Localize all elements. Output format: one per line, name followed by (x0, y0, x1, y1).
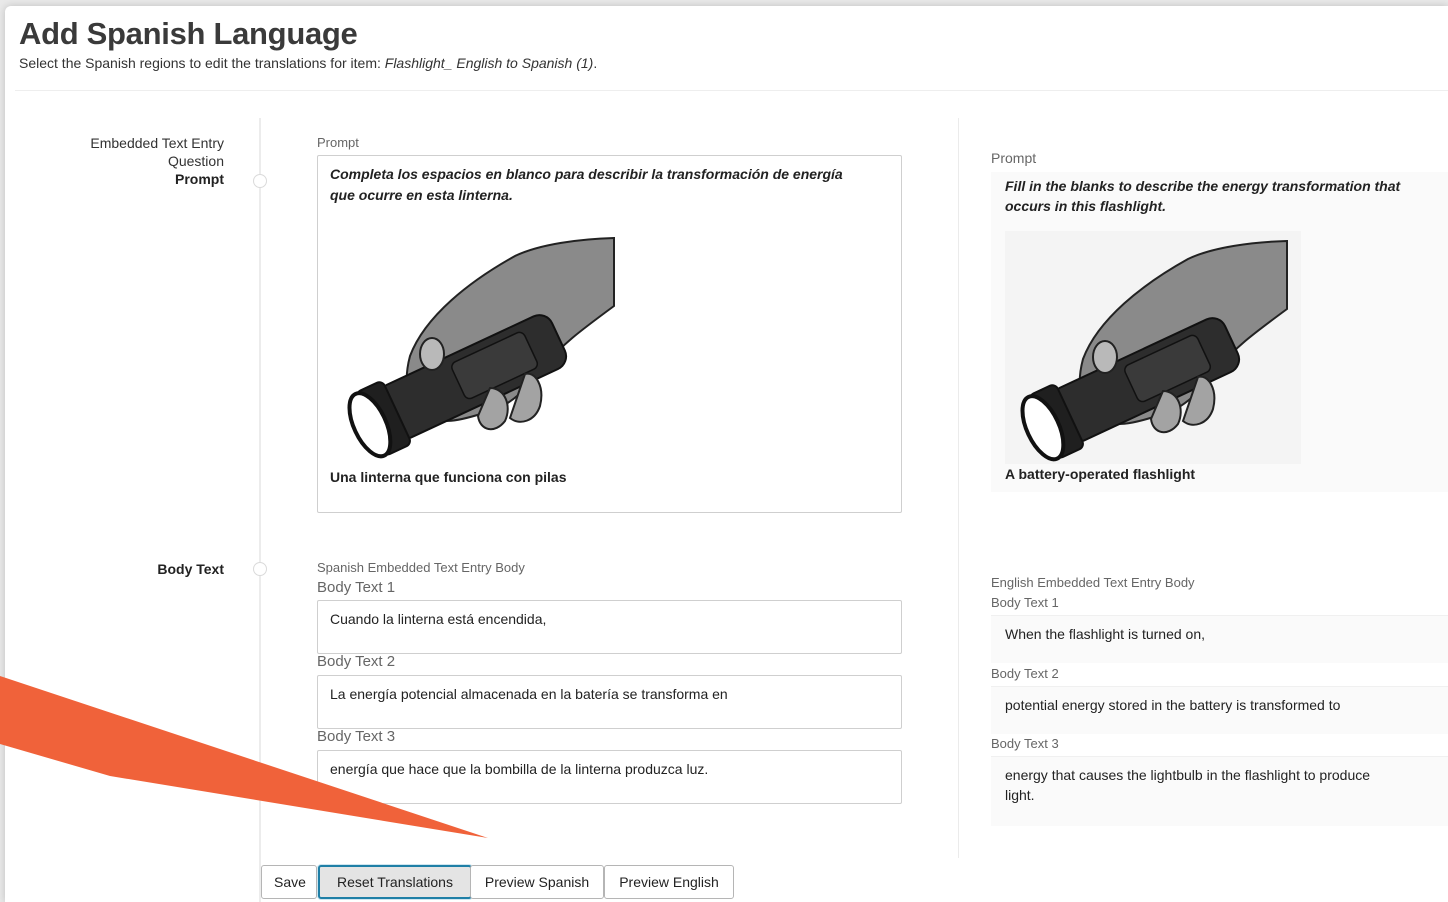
english-body-3-preview: energy that causes the lightbulb in the … (991, 756, 1448, 826)
english-body-3-line1: energy that causes the lightbulb in the … (1005, 767, 1371, 783)
page-title: Add Spanish Language (19, 16, 358, 51)
english-body-2-value: potential energy stored in the battery i… (1005, 697, 1341, 713)
spanish-body-3-label: Body Text 3 (317, 728, 396, 745)
header-divider (15, 90, 1448, 91)
section-label-body-bold: Body Text (157, 561, 224, 577)
timeline-dot-body[interactable] (253, 562, 267, 576)
english-body-3-label: Body Text 3 (991, 736, 1059, 751)
save-button[interactable]: Save (261, 865, 317, 899)
english-body-1-label: Body Text 1 (991, 595, 1059, 610)
spanish-body-2-label: Body Text 2 (317, 653, 396, 670)
spanish-body-3-input[interactable]: energía que hace que la bombilla de la l… (317, 750, 902, 804)
english-prompt-text: Fill in the blanks to describe the energ… (1005, 176, 1400, 216)
section-label-prompt[interactable]: Embedded Text Entry Question Prompt (90, 134, 224, 188)
spanish-body-1-value: Cuando la linterna está encendida, (330, 611, 547, 627)
page-subtitle: Select the Spanish regions to edit the t… (19, 55, 597, 71)
section-label-bold: Prompt (175, 171, 224, 187)
english-body-3-value: energy that causes the lightbulb in the … (1005, 765, 1370, 805)
subtitle-prefix: Select the Spanish regions to edit the t… (19, 55, 385, 71)
section-label-line2: Question (167, 153, 224, 169)
spanish-prompt-line1: Completa los espacios en blanco para des… (330, 166, 843, 182)
spanish-image-caption: Una linterna que funciona con pilas (330, 469, 567, 485)
english-prompt-line2: occurs in this flashlight. (1005, 198, 1167, 214)
column-separator (958, 118, 959, 858)
timeline-dot-prompt[interactable] (253, 174, 267, 188)
spanish-prompt-text: Completa los espacios en blanco para des… (330, 164, 843, 206)
spanish-body-2-value: La energía potencial almacenada en la ba… (330, 686, 728, 702)
translation-card: Add Spanish Language Select the Spanish … (5, 6, 1448, 902)
english-body-3-line2: light. (1005, 787, 1035, 803)
flashlight-illustration-icon (1020, 239, 1288, 462)
spanish-body-1-input[interactable]: Cuando la linterna está encendida, (317, 600, 902, 654)
spanish-prompt-editor[interactable]: Completa los espacios en blanco para des… (317, 155, 902, 513)
page: Add Spanish Language Select the Spanish … (0, 0, 1448, 902)
english-image-caption: A battery-operated flashlight (1005, 466, 1196, 482)
spanish-body-3-value: energía que hace que la bombilla de la l… (330, 761, 709, 777)
spanish-body-header: Spanish Embedded Text Entry Body (317, 560, 525, 575)
section-label-line1: Embedded Text Entry (90, 135, 224, 151)
spanish-body-2-input[interactable]: La energía potencial almacenada en la ba… (317, 675, 902, 729)
english-body-2-label: Body Text 2 (991, 666, 1059, 681)
english-body-1-value: When the flashlight is turned on, (1005, 626, 1206, 642)
flashlight-illustration-icon (347, 236, 615, 459)
subtitle-suffix: . (593, 55, 598, 71)
spanish-prompt-line2: que ocurre en esta linterna. (330, 187, 513, 203)
spanish-prompt-label: Prompt (317, 135, 359, 150)
preview-spanish-button[interactable]: Preview Spanish (470, 865, 604, 899)
english-prompt-label: Prompt (991, 150, 1037, 166)
english-prompt-line1: Fill in the blanks to describe the energ… (1005, 178, 1401, 194)
subtitle-item-name: Flashlight_ English to Spanish (1) (384, 55, 594, 71)
spanish-body-1-label: Body Text 1 (317, 579, 396, 596)
english-prompt-preview: Fill in the blanks to describe the energ… (991, 172, 1448, 492)
english-image-frame (1005, 231, 1301, 464)
english-body-header: English Embedded Text Entry Body (991, 575, 1195, 590)
section-label-body[interactable]: Body Text (157, 560, 224, 578)
english-body-1-preview: When the flashlight is turned on, (991, 615, 1448, 663)
preview-english-button[interactable]: Preview English (604, 865, 734, 899)
reset-translations-button[interactable]: Reset Translations (318, 865, 472, 899)
english-body-2-preview: potential energy stored in the battery i… (991, 686, 1448, 734)
section-timeline (259, 118, 261, 902)
